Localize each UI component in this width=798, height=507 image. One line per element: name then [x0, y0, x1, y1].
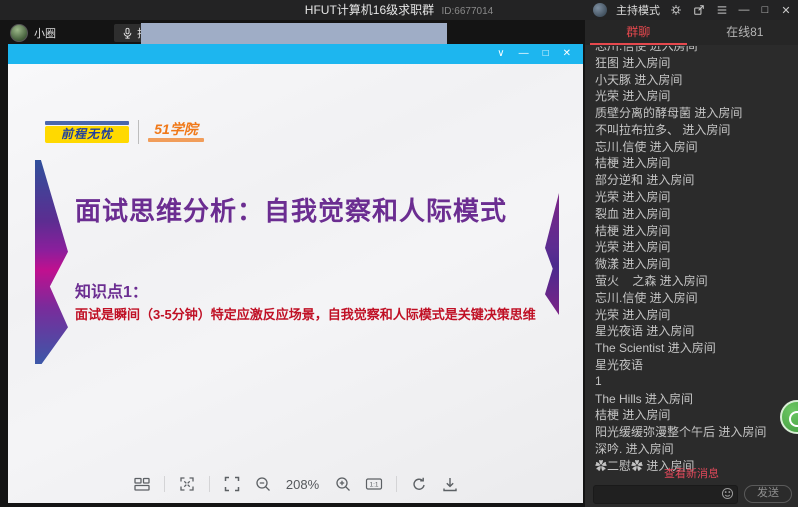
svg-text:1:1: 1:1 — [369, 482, 378, 489]
doc-collapse-icon[interactable]: ∨ — [497, 44, 504, 64]
zoom-in-icon[interactable] — [334, 475, 352, 493]
chat-message: 阳光缓缓弥漫整个午后 进入房间 — [595, 425, 767, 440]
chat-message: 光荣 进入房间 — [595, 240, 671, 255]
zoom-level: 208% — [285, 476, 320, 492]
logo-divider — [138, 120, 139, 144]
toolbar-divider — [163, 476, 165, 492]
one-to-one-icon[interactable]: 1:1 — [365, 475, 383, 493]
chat-message: 忘川.信使 进入房间 — [595, 139, 698, 154]
chat-message: 忘川.信使 进入房间 — [595, 290, 698, 305]
slide-canvas: 前程无忧 51学院 面试思维分析：自我觉察和人际模式 知识点1： 面试是瞬间（3… — [8, 64, 583, 503]
user-name: 小圈 — [34, 28, 56, 40]
sidebar-tabs: 群聊 在线81 — [585, 20, 798, 45]
slide-logos: 前程无忧 51学院 — [45, 120, 204, 144]
chat-input-bar: 发送 — [593, 484, 792, 504]
chat-message: 星光夜语 — [595, 358, 644, 373]
stage: 小圈 排麦 ∨ — □ ✕ — [0, 20, 585, 507]
chat-message: 狂图 进入房间 — [595, 55, 671, 70]
menu-icon[interactable] — [715, 3, 729, 17]
chat-message: 光荣 进入房间 — [595, 190, 671, 205]
doc-minimize-icon[interactable]: — — [519, 44, 529, 64]
chat-message: 光荣 进入房间 — [595, 307, 671, 322]
rotate-icon[interactable] — [410, 475, 428, 493]
chat-message: 光荣 进入房间 — [595, 89, 671, 104]
chat-message: 质壁分离的酵母菌 进入房间 — [595, 106, 743, 121]
room-id: ID:6677014 — [441, 6, 494, 17]
chat-message: 忘川.信使 进入房间 — [595, 46, 798, 54]
send-button[interactable]: 发送 — [744, 484, 792, 503]
popout-icon[interactable] — [692, 3, 706, 17]
fit-screen-icon[interactable] — [178, 475, 196, 493]
chat-message: 深吟. 进入房间 — [595, 442, 674, 457]
tab-group-chat[interactable]: 群聊 — [585, 20, 692, 45]
view-new-messages-link[interactable]: 查看新消息 — [585, 465, 798, 481]
slide-chevron-decoration-right — [545, 193, 559, 315]
slide-point-label: 知识点1： — [75, 284, 148, 301]
minimize-button[interactable]: — — [738, 4, 750, 16]
download-icon[interactable] — [441, 475, 459, 493]
emoji-icon[interactable] — [721, 487, 734, 500]
document-viewer-titlebar[interactable]: ∨ — □ ✕ — [8, 44, 583, 64]
chat-message: 1 — [595, 374, 602, 389]
fit-page-icon[interactable] — [223, 475, 241, 493]
titlebar: HFUT计算机16级求职群 ID:6677014 主持模式 — □ ✕ — [0, 0, 798, 20]
slide-title: 面试思维分析：自我觉察和人际模式 — [75, 196, 508, 226]
chat-input[interactable] — [593, 484, 738, 504]
user-avatar[interactable] — [10, 24, 28, 42]
chat-message: 桔梗 进入房间 — [595, 223, 671, 238]
document-toolbar: 208% 1:1 — [8, 465, 583, 503]
microphone-icon — [123, 27, 132, 39]
toolbar-divider — [395, 476, 397, 492]
chat-message: 裂血 进入房间 — [595, 206, 671, 221]
chat-message: 桔梗 进入房间 — [595, 408, 671, 423]
chat-message: 桔梗 进入房间 — [595, 156, 671, 171]
tab-online-members[interactable]: 在线81 — [692, 20, 798, 45]
maximize-button[interactable]: □ — [759, 4, 771, 16]
51job-logo: 前程无忧 — [45, 121, 129, 143]
host-avatar[interactable] — [593, 3, 607, 17]
document-viewer-window: ∨ — □ ✕ 前程无忧 51学院 面试思维分析：自我觉察和人际模式 知识点1：… — [8, 44, 583, 503]
slide-point-text: 面试是瞬间（3-5分钟）特定应激反应场景，自我觉察和人际模式是关键决策思维 — [75, 307, 536, 322]
slides-panel-icon[interactable] — [133, 475, 151, 493]
chat-message: 部分逆和 进入房间 — [595, 173, 695, 188]
chat-message: 萤火 之森 进入房间 — [595, 274, 708, 289]
settings-gear-icon[interactable] — [669, 3, 683, 17]
toolbar-divider — [208, 476, 210, 492]
chat-message: The Hills 进入房间 — [595, 391, 694, 406]
chat-message: 星光夜语 进入房间 — [595, 324, 695, 339]
chat-message-list[interactable]: 忘川.信使 进入房间狂图 进入房间小天豚 进入房间光荣 进入房间质壁分离的酵母菌… — [585, 46, 798, 478]
chat-sidebar: 群聊 在线81 忘川.信使 进入房间狂图 进入房间小天豚 进入房间光荣 进入房间… — [585, 20, 798, 507]
app-window: HFUT计算机16级求职群 ID:6677014 主持模式 — □ ✕ 小圈 ∨… — [0, 0, 798, 507]
chat-message: The Scientist 进入房间 — [595, 341, 716, 356]
doc-close-icon[interactable]: ✕ — [563, 44, 571, 64]
host-mode-label[interactable]: 主持模式 — [616, 2, 660, 18]
video-strip — [141, 23, 447, 44]
51-academy-logo: 51学院 — [148, 122, 204, 142]
51-academy-logo-text: 51学院 — [154, 121, 198, 137]
chat-message: 不叫拉布拉多、 进入房间 — [595, 122, 731, 137]
zoom-out-icon[interactable] — [254, 475, 272, 493]
51job-logo-text: 前程无忧 — [45, 126, 129, 143]
doc-maximize-icon[interactable]: □ — [543, 44, 549, 64]
chat-message: 微漾 进入房间 — [595, 257, 671, 272]
close-button[interactable]: ✕ — [780, 4, 792, 17]
chat-message: 小天豚 进入房间 — [595, 72, 683, 87]
slide-chevron-decoration-left — [35, 160, 68, 364]
room-title: HFUT计算机16级求职群 — [304, 3, 435, 17]
